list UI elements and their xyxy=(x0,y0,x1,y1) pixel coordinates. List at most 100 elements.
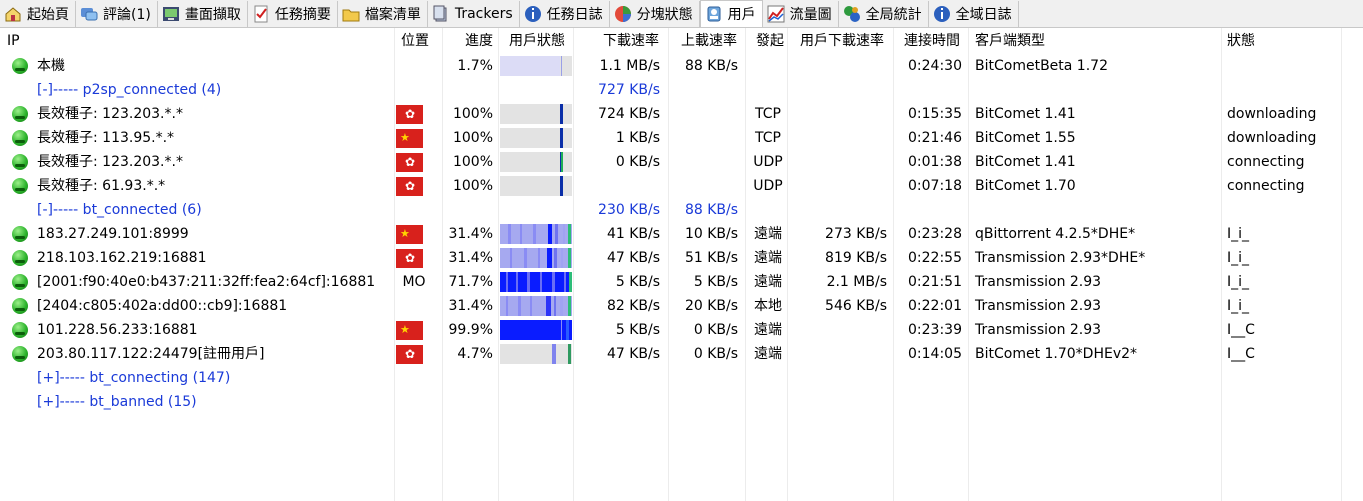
peer-client-type: BitComet 1.55 xyxy=(975,130,1076,146)
task-log-icon xyxy=(524,5,542,23)
peer-state: connecting xyxy=(1227,178,1305,194)
peer-download-rate: 5 KB/s xyxy=(615,322,660,338)
peer-remote-download-rate: 2.1 MB/s xyxy=(826,274,887,290)
peer-remote-download-rate xyxy=(788,126,887,150)
peer-status-icon xyxy=(12,154,28,170)
peer-upload-rate xyxy=(669,126,738,150)
peer-download-rate xyxy=(574,174,660,198)
column-divider[interactable] xyxy=(668,28,669,501)
global-stats-icon xyxy=(843,5,861,23)
peer-row[interactable]: 本機 1.7% 1.1 MB/s 88 KB/s 0:24:30 BitCometBeta… xyxy=(0,54,1343,78)
header-progress[interactable]: 進度 xyxy=(465,28,493,54)
peer-remote-download-rate xyxy=(788,342,887,366)
tab-file-list[interactable]: 檔案清單 xyxy=(338,1,428,27)
peer-download-rate: 41 KB/s xyxy=(606,226,660,242)
peer-row[interactable]: 218.103.162.219:16881 ✿ 31.4% 47 KB/s 51 KB/… xyxy=(0,246,1343,270)
peer-location xyxy=(396,54,432,78)
peer-state: I__C xyxy=(1227,346,1255,362)
tab-global-log[interactable]: 全域日誌 xyxy=(929,1,1019,27)
tab-label: 畫面擷取 xyxy=(184,7,241,23)
peer-piece-status-bar xyxy=(500,344,572,364)
group-row[interactable]: [+]----- bt_banned (15) xyxy=(0,390,1343,414)
peer-location xyxy=(396,126,432,150)
file-list-icon xyxy=(342,5,360,23)
peer-client-type: qBittorrent 4.2.5*DHE* xyxy=(975,226,1136,242)
peer-initiator: 遠端 xyxy=(754,346,782,362)
header-peer-status[interactable]: 用戶狀態 xyxy=(509,28,565,54)
column-divider[interactable] xyxy=(573,28,574,501)
group-row[interactable]: [+]----- bt_connecting (147) xyxy=(0,366,1343,390)
header-connected-time[interactable]: 連接時間 xyxy=(904,28,960,54)
peer-ip: [2404:c805:402a:dd00::cb9]:16881 xyxy=(37,298,288,314)
peer-upload-rate: 51 KB/s xyxy=(684,250,738,266)
column-divider[interactable] xyxy=(1341,28,1342,501)
peer-client-type: BitComet 1.70*DHEv2* xyxy=(975,346,1138,362)
peer-row[interactable]: 183.27.249.101:8999 ★ 31.4% 41 KB/s 10 KB/s 遠… xyxy=(0,222,1343,246)
peer-upload-rate: 10 KB/s xyxy=(684,226,738,242)
column-divider[interactable] xyxy=(968,28,969,501)
peer-status-icon xyxy=(12,130,28,146)
tab-task-summary[interactable]: 任務摘要 xyxy=(248,1,338,27)
peer-status-icon xyxy=(12,226,28,242)
peer-row[interactable]: 長效種子: 123.203.*.* ✿ 100% 724 KB/s TCP 0:15:35… xyxy=(0,102,1343,126)
peer-client-type: BitComet 1.41 xyxy=(975,154,1076,170)
column-divider[interactable] xyxy=(787,28,788,501)
peer-upload-rate: 0 KB/s xyxy=(693,322,738,338)
column-divider[interactable] xyxy=(745,28,746,501)
peer-upload-rate: 5 KB/s xyxy=(693,274,738,290)
tab-screenshot[interactable]: 畫面擷取 xyxy=(158,1,248,27)
peer-location xyxy=(396,222,432,246)
peer-remote-download-rate xyxy=(788,150,887,174)
peer-row[interactable]: 長效種子: 123.203.*.* ✿ 100% 0 KB/s UDP 0:01:38 Bi… xyxy=(0,150,1343,174)
peer-status-icon xyxy=(12,106,28,122)
header-state[interactable]: 狀態 xyxy=(1227,28,1255,54)
group-label[interactable]: [-]----- bt_connected (6) xyxy=(37,198,202,222)
tab-users[interactable]: 用戶 xyxy=(699,0,763,27)
global-log-icon xyxy=(933,5,951,23)
peer-progress: 100% xyxy=(452,154,493,170)
group-label[interactable]: [+]----- bt_banned (15) xyxy=(37,390,197,414)
peer-progress: 99.9% xyxy=(448,322,493,338)
peer-client-type: Transmission 2.93 xyxy=(975,298,1102,314)
task-summary-icon xyxy=(252,5,270,23)
column-divider[interactable] xyxy=(893,28,894,501)
tab-label: 分塊狀態 xyxy=(636,7,693,23)
header-upload-rate[interactable]: 上載速率 xyxy=(681,28,737,54)
peer-ip: 218.103.162.219:16881 xyxy=(37,250,207,266)
column-divider[interactable] xyxy=(394,28,395,501)
peer-remote-download-rate xyxy=(788,102,887,126)
column-divider[interactable] xyxy=(1221,28,1222,501)
header-client-type[interactable]: 客戶端類型 xyxy=(975,28,1045,54)
group-label[interactable]: [+]----- bt_connecting (147) xyxy=(37,366,230,390)
header-initiator[interactable]: 發起 xyxy=(756,28,784,54)
peer-initiator: TCP xyxy=(755,130,781,146)
group-row[interactable]: [-]----- bt_connected (6) 230 KB/s 88 KB/s xyxy=(0,198,1343,222)
header-location[interactable]: 位置 xyxy=(401,28,429,54)
tab-comments[interactable]: 評論(1) xyxy=(76,1,158,27)
peer-row[interactable]: 101.228.56.233:16881 ★ 99.9% 5 KB/s 0 KB/s 遠端… xyxy=(0,318,1343,342)
column-divider[interactable] xyxy=(498,28,499,501)
tab-label: 流量圖 xyxy=(789,7,832,23)
peer-row[interactable]: 長效種子: 113.95.*.* ★ 100% 1 KB/s TCP 0:21:46 Bit… xyxy=(0,126,1343,150)
peer-row[interactable]: [2001:f90:40e0:b437:211:32ff:fea2:64cf]:… xyxy=(0,270,1343,294)
tab-global-stats[interactable]: 全局統計 xyxy=(839,1,929,27)
tab-task-log[interactable]: 任務日誌 xyxy=(520,1,610,27)
tab-traffic-chart[interactable]: 流量圖 xyxy=(763,1,839,27)
peer-row[interactable]: 203.80.117.122:24479[註冊用戶] ✿ 4.7% 47 KB/s 0 … xyxy=(0,342,1343,366)
tab-trackers[interactable]: Trackers xyxy=(428,1,520,27)
peer-row[interactable]: [2404:c805:402a:dd00::cb9]:16881 31.4% 82 … xyxy=(0,294,1343,318)
peer-download-rate: 1.1 MB/s xyxy=(599,58,660,74)
group-label[interactable]: [-]----- p2sp_connected (4) xyxy=(37,78,221,102)
header-peer-download-rate[interactable]: 用戶下載速率 xyxy=(800,28,884,54)
tab-pie-chart[interactable]: 分塊狀態 xyxy=(610,1,700,27)
column-divider[interactable] xyxy=(442,28,443,501)
column-header: IP 位置 進度 用戶狀態 下載速率 上載速率 發起 用戶下載速率 連接時間 客… xyxy=(0,28,1343,54)
peer-ip: 長效種子: 61.93.*.* xyxy=(37,178,166,194)
header-ip[interactable]: IP xyxy=(7,28,20,54)
peer-connected-time: 0:22:01 xyxy=(908,298,962,314)
group-row[interactable]: [-]----- p2sp_connected (4) 727 KB/s xyxy=(0,78,1343,102)
tab-home[interactable]: 起始頁 xyxy=(0,1,76,27)
peer-row[interactable]: 長效種子: 61.93.*.* ✿ 100% UDP 0:07:18 BitComet 1… xyxy=(0,174,1343,198)
header-download-rate[interactable]: 下載速率 xyxy=(603,28,659,54)
group-upload-rate xyxy=(669,390,738,414)
